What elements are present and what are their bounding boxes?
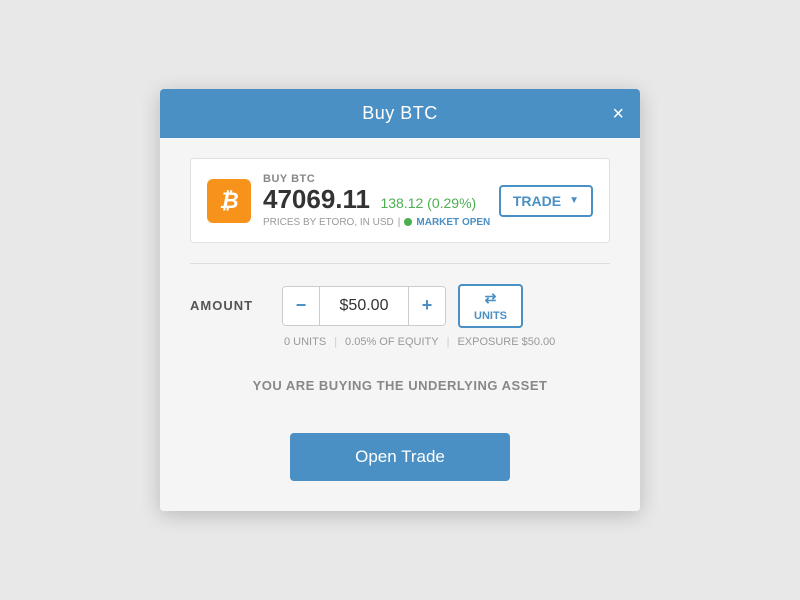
trade-dropdown-button[interactable]: TRADE ▼ [499, 185, 593, 217]
amount-row: AMOUNT − + ⇄ UNITS [190, 284, 610, 328]
trade-dropdown-label: TRADE [513, 193, 561, 209]
modal-title: Buy BTC [362, 103, 438, 124]
asset-change: 138.12 (0.29%) [380, 195, 476, 211]
meta-separator-1: | [334, 336, 337, 348]
amount-controls: − + [282, 286, 446, 326]
btc-symbol: ₿ [219, 188, 238, 214]
open-trade-button[interactable]: Open Trade [290, 433, 510, 481]
increase-button[interactable]: + [409, 287, 445, 325]
asset-details: BUY BTC 47069.11 138.12 (0.29%) PRICES B… [263, 173, 490, 228]
swap-icon: ⇄ [485, 290, 497, 307]
asset-info-card: ₿ BUY BTC 47069.11 138.12 (0.29%) PRICES… [190, 158, 610, 243]
decrease-button[interactable]: − [283, 287, 319, 325]
close-button[interactable]: × [612, 104, 624, 124]
meta-separator-2: | [447, 336, 450, 348]
market-open-indicator [404, 218, 412, 226]
asset-left: ₿ BUY BTC 47069.11 138.12 (0.29%) PRICES… [207, 173, 490, 228]
equity-percent: 0.05% OF EQUITY [345, 336, 439, 348]
asset-price-row: 47069.11 138.12 (0.29%) [263, 185, 490, 214]
modal-body: ₿ BUY BTC 47069.11 138.12 (0.29%) PRICES… [160, 138, 640, 511]
market-open-text: MARKET OPEN [416, 217, 490, 228]
units-label: UNITS [474, 310, 507, 322]
chevron-down-icon: ▼ [569, 195, 579, 206]
underlying-asset-message: YOU ARE BUYING THE UNDERLYING ASSET [190, 378, 610, 393]
units-toggle-button[interactable]: ⇄ UNITS [458, 284, 523, 328]
btc-icon: ₿ [207, 179, 251, 223]
market-open-separator: | [398, 217, 401, 228]
divider [190, 263, 610, 264]
amount-meta: 0 UNITS | 0.05% OF EQUITY | EXPOSURE $50… [284, 336, 610, 348]
buy-btc-modal: Buy BTC × ₿ BUY BTC 47069.11 138.12 (0.2… [160, 89, 640, 511]
amount-input[interactable] [319, 287, 409, 325]
asset-source: PRICES BY ETORO, IN USD | MARKET OPEN [263, 217, 490, 228]
price-source-text: PRICES BY ETORO, IN USD [263, 217, 394, 228]
units-count: 0 UNITS [284, 336, 326, 348]
asset-price: 47069.11 [263, 184, 370, 214]
amount-label: AMOUNT [190, 298, 270, 313]
exposure-value: EXPOSURE $50.00 [457, 336, 555, 348]
modal-header: Buy BTC × [160, 89, 640, 138]
